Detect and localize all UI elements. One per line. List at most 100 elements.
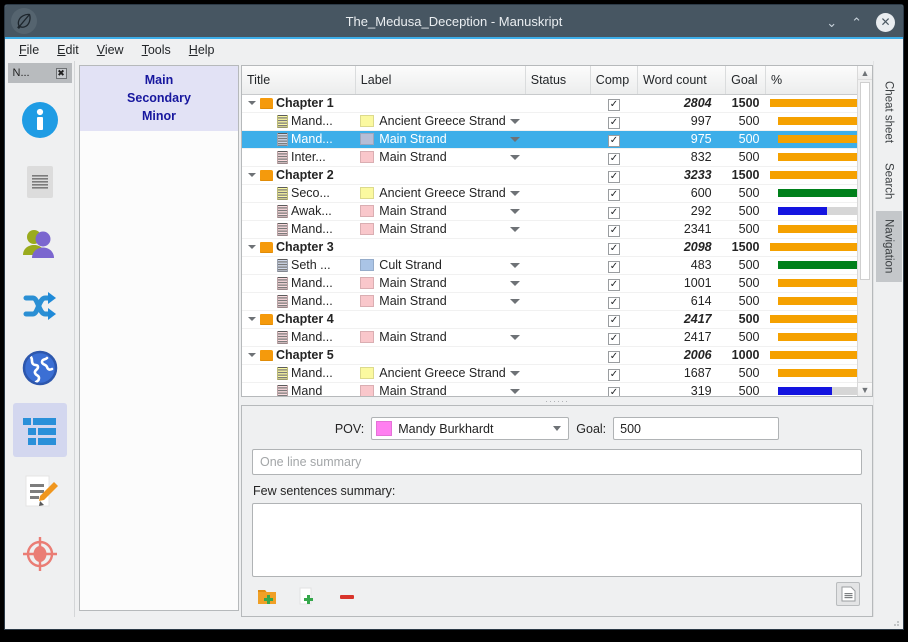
cell-status[interactable]	[525, 364, 590, 382]
tree-scrollbar[interactable]: ▲ ▼	[857, 66, 872, 396]
cell-compile[interactable]: ✓	[590, 238, 637, 256]
cell-status[interactable]	[525, 130, 590, 148]
cell-compile[interactable]: ✓	[590, 148, 637, 166]
compile-checkbox[interactable]: ✓	[608, 225, 620, 237]
cell-title[interactable]: Seth ...	[242, 256, 355, 274]
document-view-button[interactable]	[836, 582, 860, 606]
chevron-down-icon[interactable]	[247, 350, 257, 360]
resize-grip-icon[interactable]	[890, 619, 900, 627]
cell-compile[interactable]: ✓	[590, 130, 637, 148]
cell-compile[interactable]: ✓	[590, 112, 637, 130]
cell-title[interactable]: Mand...	[242, 274, 355, 292]
cell-label[interactable]	[355, 166, 525, 184]
rail-button-text-summary[interactable]	[13, 155, 67, 209]
rail-button-plots[interactable]	[13, 279, 67, 333]
chevron-down-icon[interactable]	[510, 155, 520, 160]
chevron-down-icon[interactable]	[510, 119, 520, 124]
cell-title[interactable]: Mand...	[242, 292, 355, 310]
close-button[interactable]: ✕	[876, 13, 895, 32]
chevron-down-icon[interactable]	[510, 263, 520, 268]
cell-status[interactable]	[525, 94, 590, 112]
cell-status[interactable]	[525, 112, 590, 130]
cell-status[interactable]	[525, 256, 590, 274]
outline-tree[interactable]: Title Label Status Comp Word count Goal …	[241, 65, 873, 397]
cell-title[interactable]: Chapter 1	[242, 94, 355, 112]
rail-button-world[interactable]	[13, 341, 67, 395]
menu-file[interactable]: File	[19, 43, 39, 57]
cell-title[interactable]: Chapter 5	[242, 346, 355, 364]
compile-checkbox[interactable]: ✓	[608, 153, 620, 165]
scroll-up-icon[interactable]: ▲	[858, 66, 872, 80]
cell-label[interactable]: Main Strand	[355, 130, 525, 148]
compile-checkbox[interactable]: ✓	[608, 387, 620, 398]
cell-title[interactable]: Mand...	[242, 112, 355, 130]
cell-title[interactable]: Awak...	[242, 202, 355, 220]
chevron-down-icon[interactable]	[510, 371, 520, 376]
rail-button-information[interactable]	[13, 93, 67, 147]
rail-button-characters[interactable]	[13, 217, 67, 271]
compile-checkbox[interactable]: ✓	[608, 135, 620, 147]
rail-button-debug[interactable]	[13, 527, 67, 581]
chevron-down-icon[interactable]	[247, 98, 257, 108]
table-row[interactable]: Inter...Main Strand✓832500	[242, 148, 872, 166]
cell-label[interactable]: Main Strand	[355, 328, 525, 346]
cell-label[interactable]: Main Strand	[355, 202, 525, 220]
compile-checkbox[interactable]: ✓	[608, 207, 620, 219]
cell-label[interactable]: Ancient Greece Strand	[355, 364, 525, 382]
chevron-down-icon[interactable]	[247, 242, 257, 252]
compile-checkbox[interactable]: ✓	[608, 369, 620, 381]
outline-panel[interactable]: Main Secondary Minor	[79, 65, 239, 611]
cell-label[interactable]: Main Strand	[355, 274, 525, 292]
table-row[interactable]: Chapter 1✓28041500	[242, 94, 872, 112]
table-row[interactable]: MandMain Strand✓319500	[242, 382, 872, 397]
cell-label[interactable]	[355, 346, 525, 364]
compile-checkbox[interactable]: ✓	[608, 315, 620, 327]
chevron-down-icon[interactable]	[553, 426, 561, 431]
cell-compile[interactable]: ✓	[590, 382, 637, 397]
table-row[interactable]: Awak...Main Strand✓292500	[242, 202, 872, 220]
cell-status[interactable]	[525, 238, 590, 256]
table-row[interactable]: Seth ...Cult Strand✓483500	[242, 256, 872, 274]
cell-label[interactable]	[355, 94, 525, 112]
chevron-down-icon[interactable]	[510, 191, 520, 196]
rail-button-editor[interactable]	[13, 465, 67, 519]
rail-tab-navigation[interactable]: N... ✖	[8, 63, 72, 83]
cell-compile[interactable]: ✓	[590, 184, 637, 202]
chevron-down-icon[interactable]	[510, 137, 520, 142]
cell-title[interactable]: Chapter 2	[242, 166, 355, 184]
menu-tools[interactable]: Tools	[142, 43, 171, 57]
cell-title[interactable]: Chapter 3	[242, 238, 355, 256]
cell-status[interactable]	[525, 328, 590, 346]
table-row[interactable]: Mand...Main Strand✓1001500	[242, 274, 872, 292]
cell-compile[interactable]: ✓	[590, 292, 637, 310]
table-row[interactable]: Mand...Main Strand✓614500	[242, 292, 872, 310]
col-word-count[interactable]: Word count	[638, 66, 726, 94]
cell-title[interactable]: Mand	[242, 382, 355, 397]
table-row[interactable]: Mand...Main Strand✓975500	[242, 130, 872, 148]
cell-label[interactable]: Cult Strand	[355, 256, 525, 274]
cell-compile[interactable]: ✓	[590, 166, 637, 184]
compile-checkbox[interactable]: ✓	[608, 99, 620, 111]
chevron-down-icon[interactable]	[510, 299, 520, 304]
compile-checkbox[interactable]: ✓	[608, 171, 620, 183]
cell-status[interactable]	[525, 184, 590, 202]
cell-status[interactable]	[525, 220, 590, 238]
cell-title[interactable]: Seco...	[242, 184, 355, 202]
compile-checkbox[interactable]: ✓	[608, 117, 620, 129]
compile-checkbox[interactable]: ✓	[608, 279, 620, 291]
few-sentences-textarea[interactable]	[252, 503, 862, 577]
col-compile[interactable]: Comp	[590, 66, 637, 94]
col-goal[interactable]: Goal	[726, 66, 766, 94]
chevron-down-icon[interactable]	[510, 227, 520, 232]
table-row[interactable]: Mand...Ancient Greece Strand✓1687500	[242, 364, 872, 382]
cell-title[interactable]: Mand...	[242, 364, 355, 382]
cell-compile[interactable]: ✓	[590, 94, 637, 112]
cell-title[interactable]: Mand...	[242, 220, 355, 238]
add-folder-button[interactable]	[256, 586, 278, 608]
compile-checkbox[interactable]: ✓	[608, 351, 620, 363]
pov-select[interactable]: Mandy Burkhardt	[371, 417, 569, 440]
cell-label[interactable]: Ancient Greece Strand	[355, 184, 525, 202]
col-title[interactable]: Title	[242, 66, 355, 94]
cell-label[interactable]: Main Strand	[355, 148, 525, 166]
cell-status[interactable]	[525, 346, 590, 364]
